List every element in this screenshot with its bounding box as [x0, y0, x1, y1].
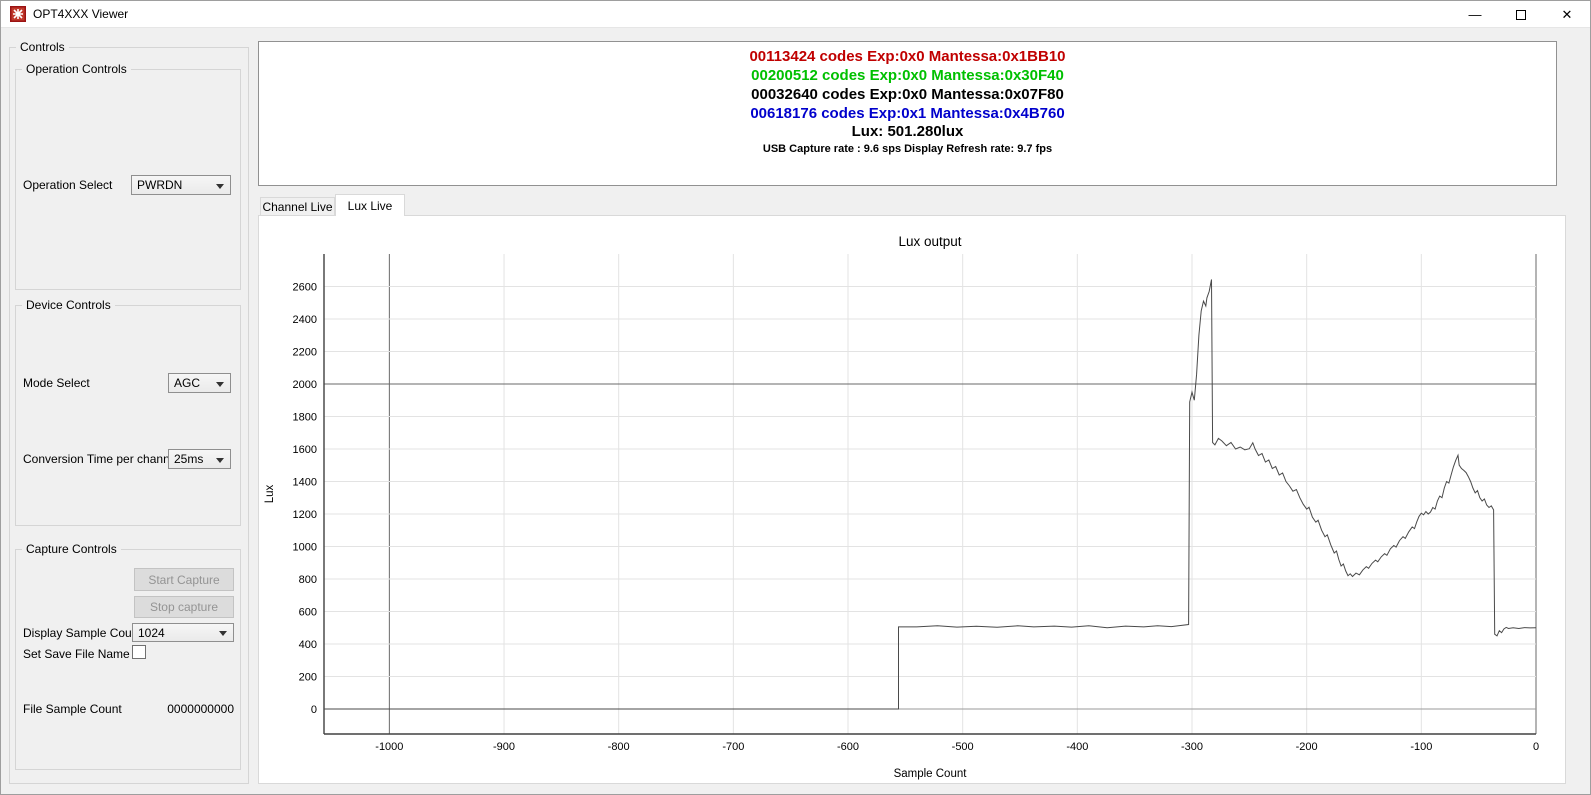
dropdown-arrow-icon — [216, 382, 224, 387]
svg-text:1800: 1800 — [293, 411, 317, 423]
svg-text:600: 600 — [299, 606, 317, 618]
dropdown-arrow-icon — [219, 631, 227, 636]
svg-text:-100: -100 — [1410, 741, 1432, 753]
conversion-time-value: 25ms — [174, 452, 203, 466]
svg-text:2600: 2600 — [293, 281, 317, 293]
svg-text:Lux output: Lux output — [898, 234, 961, 249]
title-bar: OPT4XXX Viewer — ✕ — [1, 1, 1590, 28]
channel1-codes-readout: 00200512 codes Exp:0x0 Mantessa:0x30F40 — [259, 66, 1556, 85]
operation-select-value: PWRDN — [137, 178, 182, 192]
set-save-file-name-label: Set Save File Name — [23, 647, 130, 661]
mode-select-value: AGC — [174, 376, 200, 390]
svg-text:Sample Count: Sample Count — [894, 768, 968, 780]
lux-output-chart: -1000-900-800-700-600-500-400-300-200-10… — [259, 216, 1565, 783]
svg-text:-800: -800 — [608, 741, 630, 753]
svg-text:-400: -400 — [1066, 741, 1088, 753]
channel2-codes-readout: 00032640 codes Exp:0x0 Mantessa:0x07F80 — [259, 85, 1556, 104]
tab-lux-live[interactable]: Lux Live — [335, 194, 405, 216]
svg-text:-900: -900 — [493, 741, 515, 753]
mode-select-label: Mode Select — [23, 376, 90, 390]
file-sample-count-value: 0000000000 — [151, 702, 234, 716]
operation-select-label: Operation Select — [23, 178, 112, 192]
channel0-codes-readout: 00113424 codes Exp:0x0 Mantessa:0x1BB10 — [259, 47, 1556, 66]
close-button[interactable]: ✕ — [1544, 1, 1590, 28]
svg-text:-1000: -1000 — [375, 741, 403, 753]
svg-text:400: 400 — [299, 639, 317, 651]
svg-text:1200: 1200 — [293, 509, 317, 521]
stop-capture-button[interactable]: Stop capture — [134, 596, 234, 618]
svg-text:2000: 2000 — [293, 379, 317, 391]
capture-rate-readout: USB Capture rate : 9.6 sps Display Refre… — [259, 141, 1556, 157]
device-controls-group: Device Controls — [15, 305, 241, 526]
file-sample-count-label: File Sample Count — [23, 702, 122, 716]
svg-text:-200: -200 — [1296, 741, 1318, 753]
conversion-time-dropdown[interactable]: 25ms — [168, 449, 231, 469]
svg-text:-600: -600 — [837, 741, 859, 753]
lux-reading: Lux: 501.280lux — [259, 123, 1556, 141]
channel3-codes-readout: 00618176 codes Exp:0x1 Mantessa:0x4B760 — [259, 104, 1556, 123]
svg-text:1000: 1000 — [293, 541, 317, 553]
controls-group-title: Controls — [16, 40, 69, 54]
app-window: { "window": { "title": "OPT4XXX Viewer",… — [0, 0, 1591, 795]
capture-controls-title: Capture Controls — [22, 542, 121, 556]
lux-live-tab-panel: -1000-900-800-700-600-500-400-300-200-10… — [258, 215, 1566, 784]
svg-text:200: 200 — [299, 671, 317, 683]
set-save-file-name-checkbox[interactable] — [132, 645, 146, 659]
minimize-button[interactable]: — — [1452, 1, 1498, 28]
display-sample-count-label: Display Sample Count — [23, 626, 142, 640]
svg-text:Lux: Lux — [264, 484, 276, 503]
start-capture-button[interactable]: Start Capture — [134, 568, 234, 591]
device-controls-title: Device Controls — [22, 298, 115, 312]
app-icon — [10, 6, 26, 22]
tab-channel-live[interactable]: Channel Live — [260, 197, 335, 216]
operation-controls-title: Operation Controls — [22, 62, 131, 76]
svg-text:1600: 1600 — [293, 444, 317, 456]
svg-text:0: 0 — [311, 704, 317, 716]
operation-select-dropdown[interactable]: PWRDN — [131, 175, 231, 195]
status-panel: 00113424 codes Exp:0x0 Mantessa:0x1BB10 … — [258, 41, 1557, 186]
maximize-button[interactable] — [1498, 1, 1544, 28]
svg-text:-500: -500 — [952, 741, 974, 753]
svg-text:-700: -700 — [722, 741, 744, 753]
dropdown-arrow-icon — [216, 458, 224, 463]
mode-select-dropdown[interactable]: AGC — [168, 373, 231, 393]
svg-text:1400: 1400 — [293, 476, 317, 488]
svg-text:-300: -300 — [1181, 741, 1203, 753]
svg-text:0: 0 — [1533, 741, 1539, 753]
window-title: OPT4XXX Viewer — [33, 7, 128, 21]
dropdown-arrow-icon — [216, 184, 224, 189]
svg-text:800: 800 — [299, 574, 317, 586]
display-sample-count-value: 1024 — [138, 626, 165, 640]
conversion-time-label: Conversion Time per channel — [23, 452, 179, 466]
maximize-icon — [1516, 10, 1526, 20]
display-sample-count-dropdown[interactable]: 1024 — [132, 623, 234, 642]
svg-text:2400: 2400 — [293, 314, 317, 326]
svg-text:2200: 2200 — [293, 346, 317, 358]
